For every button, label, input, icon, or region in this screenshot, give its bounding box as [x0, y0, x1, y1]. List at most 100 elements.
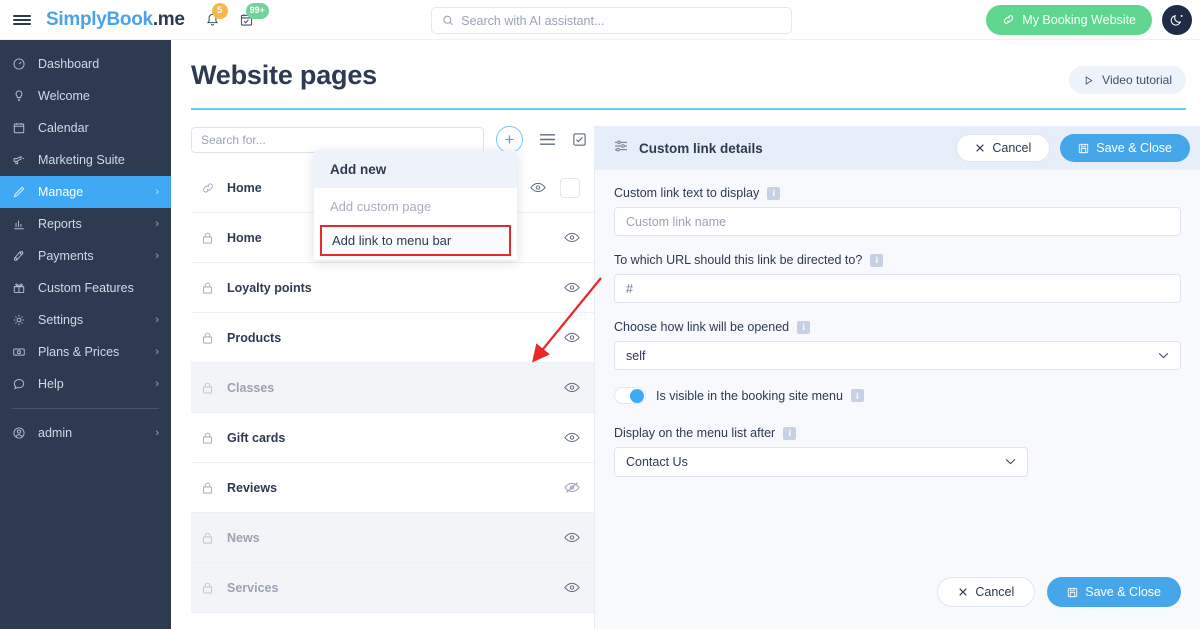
list-search-input[interactable]	[191, 126, 484, 153]
info-icon[interactable]: i	[870, 253, 884, 267]
detail-panel-header: Custom link details Cancel Save & Close	[595, 126, 1200, 170]
sidebar-item-manage[interactable]: Manage ›	[0, 176, 171, 208]
table-row[interactable]: Gift cards	[191, 413, 594, 463]
sidebar-item-reports[interactable]: Reports ›	[0, 208, 171, 240]
page-content: + Add new Add custom page Add link to me…	[171, 110, 1200, 629]
app-logo[interactable]: SimplyBook.me	[46, 9, 185, 31]
sidebar-item-dashboard[interactable]: Dashboard	[0, 48, 171, 80]
page-label: Services	[227, 580, 279, 595]
sidebar-chevron-help: ›	[155, 378, 159, 390]
table-row[interactable]: Reviews	[191, 463, 594, 513]
save-close-button-bottom[interactable]: Save & Close	[1047, 577, 1181, 607]
sidebar-item-calendar[interactable]: Calendar	[0, 112, 171, 144]
detail-panel-title: Custom link details	[639, 140, 763, 156]
notifications-bell[interactable]: 5	[203, 2, 228, 32]
cancel-button-bottom[interactable]: Cancel	[937, 577, 1036, 607]
sidebar-label-plans-prices: Plans & Prices	[38, 345, 120, 359]
x-icon	[959, 588, 968, 596]
cancel-button-top[interactable]: Cancel	[956, 134, 1051, 162]
lock-icon	[201, 431, 227, 445]
row-checkbox[interactable]	[560, 177, 580, 198]
sidebar-item-marketing-suite[interactable]: Marketing Suite	[0, 144, 171, 176]
row-actions	[564, 531, 580, 544]
sidebar-item-welcome[interactable]: Welcome	[0, 80, 171, 112]
link-icon	[1004, 15, 1014, 24]
sidebar-chevron-reports: ›	[155, 218, 159, 230]
lock-icon	[201, 581, 227, 595]
table-row[interactable]: Loyalty points	[191, 263, 594, 313]
table-row[interactable]: Products	[191, 313, 594, 363]
link-target-label: Choose how link will be opened	[614, 320, 790, 334]
top-bar: SimplyBook.me 5 99+ Search with AI assis…	[0, 0, 1200, 40]
lock-icon	[201, 231, 227, 245]
url-label: To which URL should this link be directe…	[614, 253, 863, 267]
eye-off-icon[interactable]	[564, 481, 580, 494]
page-label: Products	[227, 330, 282, 345]
sidebar-item-custom-features[interactable]: Custom Features	[0, 272, 171, 304]
gift-icon	[12, 281, 34, 295]
eye-icon[interactable]	[530, 181, 546, 194]
info-icon[interactable]: i	[783, 426, 797, 440]
menu-order-select[interactable]: Contact Us	[614, 447, 1028, 477]
info-icon[interactable]: i	[797, 320, 811, 334]
row-actions	[564, 431, 580, 444]
visible-toggle-label-wrap: Is visible in the booking site menu i	[656, 389, 864, 403]
sidebar-item-payments[interactable]: Payments ›	[0, 240, 171, 272]
visible-toggle[interactable]	[614, 387, 646, 404]
eye-icon[interactable]	[564, 531, 580, 544]
sidebar-item-admin[interactable]: admin ›	[0, 417, 171, 449]
eye-icon[interactable]	[564, 581, 580, 594]
row-actions	[564, 581, 580, 594]
sidebar-label-payments: Payments	[38, 249, 94, 263]
my-booking-website-button[interactable]: My Booking Website	[986, 4, 1152, 35]
add-page-button[interactable]: +	[496, 126, 523, 153]
moon-icon	[1170, 15, 1183, 26]
chevron-down-icon	[1005, 456, 1016, 468]
top-right-actions: My Booking Website	[986, 4, 1200, 35]
main-area: Website pages Video tutorial +	[171, 40, 1200, 629]
floppy-icon	[1079, 143, 1089, 153]
dark-mode-toggle[interactable]	[1162, 4, 1192, 35]
reorder-list-button[interactable]	[539, 133, 556, 146]
hamburger-icon[interactable]	[0, 13, 44, 27]
field-label-menu-order: Display on the menu list after i	[614, 426, 1181, 440]
save-close-button-top[interactable]: Save & Close	[1060, 134, 1190, 162]
eye-icon[interactable]	[564, 231, 580, 244]
info-icon[interactable]: i	[850, 389, 864, 402]
row-actions	[564, 381, 580, 394]
select-all-button[interactable]	[572, 132, 587, 147]
cancel-label-bottom: Cancel	[975, 585, 1015, 599]
dropdown-item-add-link-to-menu-bar[interactable]: Add link to menu bar	[320, 225, 511, 256]
table-row[interactable]: Services	[191, 563, 594, 613]
field-label-link-target: Choose how link will be opened i	[614, 320, 1181, 334]
sidebar-item-help[interactable]: Help ›	[0, 368, 171, 400]
search-input[interactable]	[461, 13, 781, 28]
money-icon	[12, 345, 34, 359]
link-text-input[interactable]	[614, 207, 1181, 236]
custom-link-details-panel: Custom link details Cancel Save & Close	[594, 126, 1200, 629]
link-target-select[interactable]: self	[614, 341, 1181, 370]
sidebar-label-custom-features: Custom Features	[38, 281, 134, 295]
video-tutorial-button[interactable]: Video tutorial	[1069, 66, 1186, 94]
eye-icon[interactable]	[564, 331, 580, 344]
video-tutorial-label: Video tutorial	[1102, 73, 1172, 87]
url-input[interactable]	[614, 274, 1181, 303]
row-actions	[564, 331, 580, 344]
eye-icon[interactable]	[564, 431, 580, 444]
global-search-box[interactable]	[431, 7, 792, 34]
info-icon[interactable]: i	[767, 186, 781, 200]
sidebar-label-marketing-suite: Marketing Suite	[38, 153, 125, 167]
lock-icon	[201, 381, 227, 395]
search-icon	[443, 15, 453, 26]
tasks-calendar-icon[interactable]: 99+	[237, 2, 269, 32]
page-label: Gift cards	[227, 430, 286, 445]
eye-icon[interactable]	[564, 381, 580, 394]
table-row[interactable]: Classes	[191, 363, 594, 413]
cancel-label-top: Cancel	[992, 141, 1032, 155]
sidebar-item-settings[interactable]: Settings ›	[0, 304, 171, 336]
dropdown-item-add-custom-page[interactable]: Add custom page	[314, 188, 517, 225]
eye-icon[interactable]	[564, 281, 580, 294]
sidebar-item-plans-prices[interactable]: Plans & Prices ›	[0, 336, 171, 368]
sidebar-label-calendar: Calendar	[38, 121, 89, 135]
table-row[interactable]: News	[191, 513, 594, 563]
